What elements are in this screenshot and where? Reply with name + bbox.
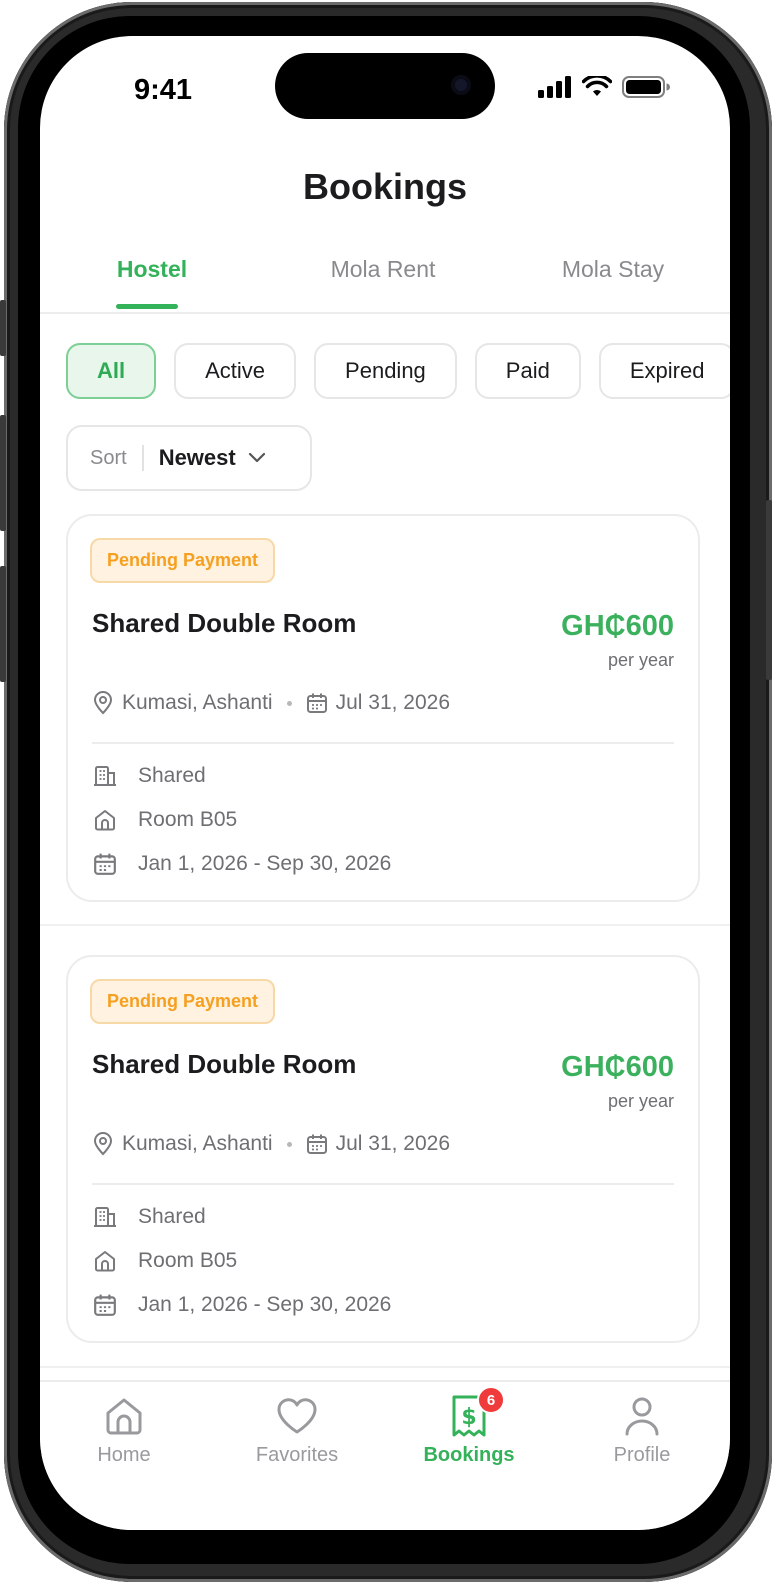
- sort-dropdown[interactable]: Sort Newest: [66, 425, 312, 491]
- chevron-down-icon: [248, 452, 266, 464]
- booking-title: Shared Double Room: [92, 608, 357, 638]
- nav-favorites[interactable]: Favorites: [217, 1394, 377, 1467]
- filter-pending[interactable]: Pending: [314, 343, 457, 399]
- booking-card[interactable]: Pending Payment Shared Double Room GH₵60…: [66, 514, 700, 902]
- booking-price: GH₵600: [561, 1051, 674, 1083]
- room-number: Room B05: [138, 808, 238, 831]
- nav-home[interactable]: Home: [44, 1394, 204, 1467]
- status-badge: Pending Payment: [90, 538, 276, 583]
- status-badge: Pending Payment: [90, 979, 276, 1024]
- signal-icon: [538, 76, 571, 98]
- user-icon: [562, 1394, 722, 1438]
- calendar-icon: [92, 1293, 118, 1317]
- room-type-row: Shared: [92, 1205, 206, 1229]
- separator-dot: [286, 700, 292, 706]
- booking-period: per year: [607, 1091, 674, 1111]
- side-button: [0, 566, 6, 682]
- booking-date: Jul 31, 2026: [335, 1132, 451, 1155]
- divider: [92, 742, 674, 744]
- status-time: 9:41: [134, 74, 193, 106]
- location-pin-icon: [92, 691, 114, 715]
- booking-period: per year: [607, 650, 674, 670]
- nav-label: Home: [97, 1444, 151, 1466]
- date-range-row: Jan 1, 2026 - Sep 30, 2026: [92, 1293, 391, 1317]
- room-type: Shared: [138, 764, 206, 787]
- divider: [141, 445, 144, 471]
- booking-meta: Kumasi, Ashanti Jul 31, 2026: [92, 691, 450, 715]
- filter-active[interactable]: Active: [174, 343, 297, 399]
- date-range: Jan 1, 2026 - Sep 30, 2026: [138, 852, 392, 875]
- sort-label: Sort: [90, 446, 127, 469]
- building-icon: [92, 764, 118, 788]
- screen: 9:41 Bookings Hostel Mola Rent Mola Stay…: [40, 36, 730, 1530]
- tab-mola-rent[interactable]: Mola Rent: [308, 256, 458, 283]
- room-number-row: Room B05: [92, 808, 237, 832]
- side-button: [766, 500, 772, 680]
- room-number: Room B05: [138, 1249, 238, 1272]
- home-icon: [92, 1249, 118, 1273]
- bottom-nav: Home Favorites $ 6 Bookings Profile: [40, 1380, 730, 1530]
- filter-chips: All Active Pending Paid Expired: [66, 343, 730, 399]
- active-tab-indicator: [116, 304, 178, 309]
- section-divider: [40, 1366, 730, 1368]
- booking-card[interactable]: Pending Payment Shared Double Room GH₵60…: [66, 955, 700, 1343]
- receipt-icon: $ 6: [389, 1386, 549, 1438]
- sort-value: Newest: [158, 445, 236, 470]
- separator-dot: [286, 1141, 292, 1147]
- page-title: Bookings: [302, 166, 467, 207]
- section-divider: [40, 924, 730, 926]
- side-button: [0, 300, 6, 356]
- side-button: [0, 415, 6, 531]
- room-type-row: Shared: [92, 764, 206, 788]
- room-type: Shared: [138, 1205, 206, 1228]
- nav-label: Profile: [613, 1444, 671, 1466]
- status-icons: [538, 76, 670, 98]
- filter-paid[interactable]: Paid: [474, 343, 581, 399]
- camera-icon: [451, 75, 471, 95]
- location-pin-icon: [92, 1132, 114, 1156]
- wifi-icon: [582, 76, 612, 96]
- nav-profile[interactable]: Profile: [562, 1394, 722, 1467]
- nav-label: Bookings: [423, 1444, 515, 1466]
- calendar-icon: [92, 852, 118, 876]
- booking-location: Kumasi, Ashanti: [122, 1132, 273, 1155]
- divider: [92, 1183, 674, 1185]
- filter-all[interactable]: All: [66, 343, 157, 399]
- home-icon: [44, 1394, 204, 1438]
- calendar-icon: [306, 1133, 328, 1155]
- calendar-icon: [306, 692, 328, 714]
- filter-expired[interactable]: Expired: [598, 343, 730, 399]
- nav-label: Favorites: [255, 1444, 339, 1466]
- divider: [40, 312, 730, 314]
- booking-date: Jul 31, 2026: [335, 691, 451, 714]
- room-number-row: Room B05: [92, 1249, 237, 1273]
- home-icon: [92, 808, 118, 832]
- booking-title: Shared Double Room: [92, 1049, 357, 1079]
- building-icon: [92, 1205, 118, 1229]
- booking-location: Kumasi, Ashanti: [122, 691, 273, 714]
- tab-hostel[interactable]: Hostel: [77, 256, 227, 283]
- booking-meta: Kumasi, Ashanti Jul 31, 2026: [92, 1132, 450, 1156]
- booking-price: GH₵600: [561, 610, 674, 642]
- heart-icon: [217, 1394, 377, 1438]
- svg-text:$: $: [461, 1405, 476, 1430]
- nav-bookings[interactable]: $ 6 Bookings: [389, 1386, 549, 1467]
- date-range-row: Jan 1, 2026 - Sep 30, 2026: [92, 852, 391, 876]
- notification-badge: 6: [477, 1386, 505, 1414]
- dynamic-island: [275, 53, 495, 119]
- tab-mola-stay[interactable]: Mola Stay: [538, 256, 688, 283]
- date-range: Jan 1, 2026 - Sep 30, 2026: [138, 1293, 392, 1316]
- battery-icon: [622, 76, 670, 98]
